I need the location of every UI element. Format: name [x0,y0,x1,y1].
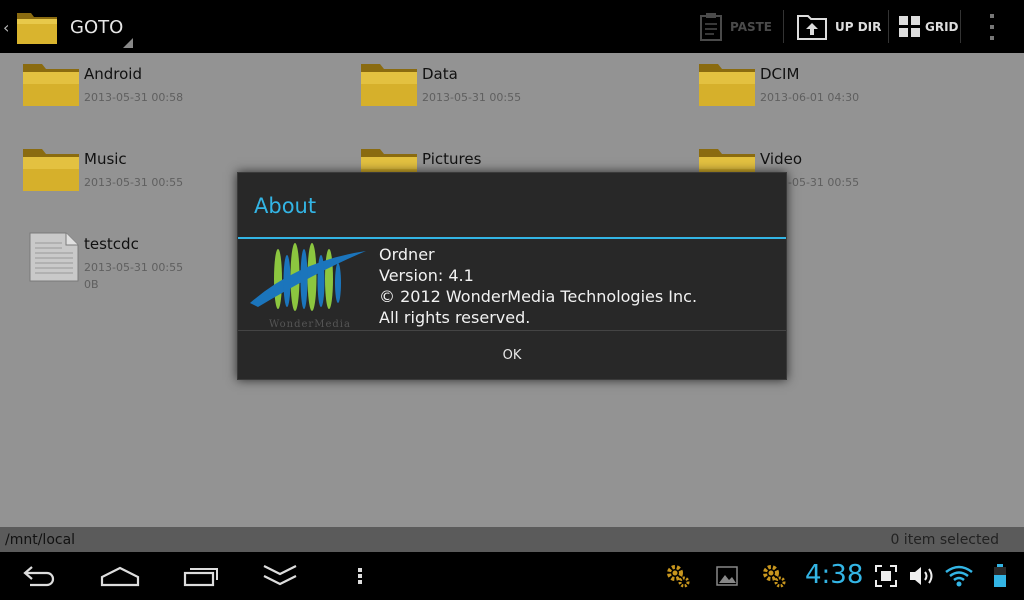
file-date: 2013-05-31 00:55 [84,176,184,189]
file-name: Pictures [422,150,482,168]
goto-title[interactable]: GOTO [70,17,123,38]
menu-dots-icon [358,568,362,584]
wondermedia-logo: WonderMedia [250,243,366,329]
file-name: Music [84,150,127,168]
current-path: /mnt/local [5,532,76,548]
folder-icon[interactable] [16,9,58,45]
volume-button[interactable] [908,562,936,590]
grid-icon [899,15,920,37]
back-arrow-icon [23,566,55,587]
grid-label: GRID [925,19,959,34]
back-chevron-icon[interactable]: ‹ [3,18,9,37]
overflow-menu-icon[interactable] [984,14,1000,40]
app-name: Ordner [379,245,435,264]
file-name: testcdc [84,235,139,253]
screenshot-button[interactable] [874,562,898,590]
screen: ‹ GOTO PASTE UP DIR GRID Android 2013-05… [0,0,1024,600]
file-name: Data [422,65,458,83]
recent-apps-button[interactable] [182,562,220,590]
folder-up-icon [797,14,827,40]
notification-gear[interactable] [760,562,788,590]
file-name: Video [760,150,803,168]
image-icon [716,566,738,586]
file-date: 2013-05-31 00:55 [84,261,184,274]
battery-icon [994,564,1006,587]
file-name: DCIM [760,65,800,83]
file-name: Android [84,65,142,83]
dropdown-corner-icon[interactable] [123,38,133,48]
double-chevron-down-icon [263,565,297,586]
wifi-status[interactable] [944,562,974,590]
action-bar: ‹ GOTO PASTE UP DIR GRID [0,0,1024,53]
home-icon [100,566,140,587]
app-version: Version: 4.1 [379,266,474,285]
paste-label: PASTE [730,19,773,34]
wifi-icon [945,565,973,587]
file-date: -05-31 00:55 [788,176,860,189]
clipboard-icon [700,12,722,41]
grid-button[interactable]: GRID [899,0,959,53]
document-icon [29,232,79,282]
rights-line: All rights reserved. [379,308,531,327]
copyright-line: © 2012 WonderMedia Technologies Inc. [379,287,698,306]
up-dir-button[interactable]: UP DIR [797,0,881,53]
gear-icon [667,565,690,588]
notification-gear[interactable] [664,562,692,590]
file-date: 2013-05-31 00:55 [422,91,522,104]
menu-button[interactable] [350,562,370,590]
action-separator [888,10,889,43]
fullscreen-icon [875,565,897,587]
file-item-data[interactable]: Data 2013-05-31 00:55 [360,53,660,123]
up-dir-label: UP DIR [835,19,882,34]
home-button[interactable] [100,562,140,590]
file-item-dcim[interactable]: DCIM 2013-06-01 04:30 [698,53,998,123]
dialog-message: Ordner Version: 4.1 © 2012 WonderMedia T… [379,244,697,328]
file-item-android[interactable]: Android 2013-05-31 00:58 [22,53,322,123]
paste-button[interactable]: PASTE [700,0,772,53]
back-button[interactable] [22,562,58,590]
system-navigation-bar: 4:38 [0,552,1024,600]
path-status-bar: /mnt/local 0 item selected [0,527,1024,552]
dialog-title-divider [238,237,786,239]
about-dialog: About WonderMedia Ordner Version: 4.1 © … [237,172,787,380]
gear-icon [763,565,786,588]
clock[interactable]: 4:38 [805,560,863,590]
file-date: 2013-05-31 00:58 [84,91,184,104]
folder-icon [699,64,755,106]
file-size: 0B [84,278,99,291]
ok-button[interactable]: OK [238,331,786,379]
logo-wordmark: WonderMedia [269,319,351,329]
selection-count: 0 item selected [890,532,999,548]
volume-icon [910,567,933,585]
dialog-title: About [254,194,317,218]
folder-icon [23,149,79,191]
action-separator [960,10,961,43]
folder-icon [361,64,417,106]
hide-bar-button[interactable] [261,562,299,590]
action-separator [783,10,784,43]
notification-image[interactable] [714,562,740,590]
file-date: 2013-06-01 04:30 [760,91,860,104]
recent-apps-icon [183,568,218,587]
folder-icon [23,64,79,106]
battery-status[interactable] [990,562,1010,590]
